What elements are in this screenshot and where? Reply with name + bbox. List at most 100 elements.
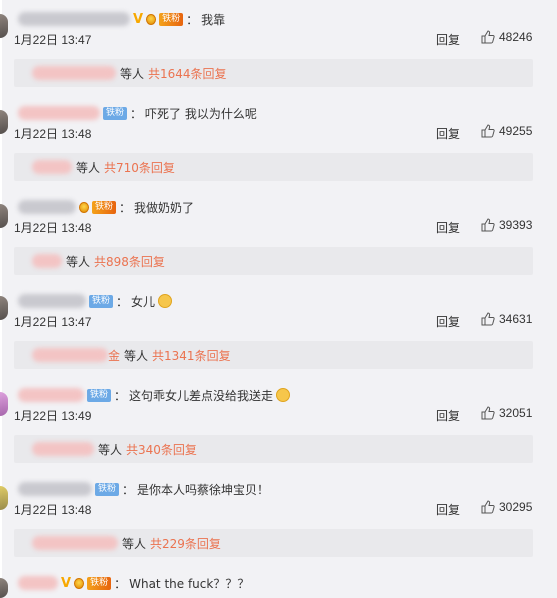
fan-badge[interactable]: 铁粉 <box>103 106 128 120</box>
avatar[interactable] <box>0 14 8 38</box>
comment-header: 铁粉 ： 这句乖女儿差点没给我送走 <box>18 386 291 404</box>
thumbs-up-icon <box>481 124 495 138</box>
like-button[interactable]: 30295 <box>481 500 532 514</box>
fan-badge[interactable]: 铁粉 <box>95 482 120 496</box>
comment-date: 1月22日 13:48 <box>14 127 92 141</box>
reply-summary-suffix: 等人 <box>76 160 101 175</box>
fan-badge[interactable]: 铁粉 <box>89 294 114 308</box>
like-count: 49255 <box>499 124 533 138</box>
like-count: 34631 <box>499 312 533 326</box>
medal-icon <box>79 201 89 213</box>
like-count: 32051 <box>499 406 533 420</box>
comment-header: V 铁粉 ： 我靠 <box>18 10 225 28</box>
comment-text: What the fuck？？？ <box>129 576 250 591</box>
thumbs-up-icon <box>481 406 495 420</box>
avatar[interactable] <box>0 204 8 228</box>
colon: ： <box>130 106 143 121</box>
fan-badge[interactable]: 铁粉 <box>87 576 112 590</box>
avatar[interactable] <box>0 110 8 134</box>
reply-button[interactable]: 回复 <box>436 125 460 142</box>
replier-redacted <box>32 536 118 550</box>
reply-count-link[interactable]: 共1341条回复 <box>152 347 231 364</box>
reply-summary-suffix: 等人 <box>66 254 91 269</box>
comment-date: 1月22日 13:49 <box>14 409 92 423</box>
reply-button[interactable]: 回复 <box>436 313 460 330</box>
colon: ： <box>119 200 132 215</box>
reply-summary[interactable]: 等人 共898条回复 <box>14 247 533 275</box>
username-redacted[interactable] <box>18 106 100 120</box>
reply-summary[interactable]: 金 等人 共1341条回复 <box>14 341 533 369</box>
reply-summary-suffix: 等人 <box>124 348 149 363</box>
reply-count-link[interactable]: 共340条回复 <box>126 441 197 458</box>
avatar[interactable] <box>0 392 8 416</box>
like-button[interactable]: 48246 <box>481 30 532 44</box>
comment-text: 吓死了 我以为什么呢 <box>145 106 257 121</box>
replier-redacted <box>32 348 108 362</box>
colon: ： <box>116 294 129 309</box>
reply-button[interactable]: 回复 <box>436 501 460 518</box>
username-redacted[interactable] <box>18 200 76 214</box>
reply-summary[interactable]: 等人 共229条回复 <box>14 529 533 557</box>
colon: ： <box>186 12 199 27</box>
vip-badge-icon: V <box>133 11 144 27</box>
comment-header: 铁粉 ： 我做奶奶了 <box>18 198 194 216</box>
medal-icon <box>146 13 157 25</box>
reply-count-link[interactable]: 共229条回复 <box>150 535 221 552</box>
like-button[interactable]: 49255 <box>481 124 532 138</box>
comment-header: 铁粉 ： 是你本人吗蔡徐坤宝贝！ <box>18 480 269 498</box>
reply-count-link[interactable]: 共710条回复 <box>104 159 175 176</box>
username-redacted[interactable] <box>18 388 84 402</box>
reply-summary[interactable]: 等人 共1644条回复 <box>14 59 533 87</box>
thumbs-up-icon <box>481 500 495 514</box>
like-count: 30295 <box>499 500 533 514</box>
reply-summary[interactable]: 等人 共710条回复 <box>14 153 533 181</box>
reply-count-link[interactable]: 共1644条回复 <box>148 65 227 82</box>
thumbs-up-icon <box>481 312 495 326</box>
comment-date: 1月22日 13:48 <box>14 503 92 517</box>
vip-badge-icon: V <box>61 575 72 591</box>
comment-text: 这句乖女儿差点没给我送走 <box>129 388 274 403</box>
replier-redacted <box>32 254 62 268</box>
comment-date: 1月22日 13:47 <box>14 33 92 47</box>
replier-redacted <box>32 160 72 174</box>
comment-date: 1月22日 13:48 <box>14 221 92 235</box>
reply-summary-prefix: 金 <box>108 348 121 363</box>
comment-text: 我做奶奶了 <box>134 200 195 215</box>
like-count: 39393 <box>499 218 533 232</box>
like-button[interactable]: 34631 <box>481 312 532 326</box>
thumbs-up-icon <box>481 30 495 44</box>
comment-text: 女儿 <box>131 294 156 309</box>
reply-summary-suffix: 等人 <box>98 442 123 457</box>
fan-badge[interactable]: 铁粉 <box>159 12 184 26</box>
comment-header: 铁粉 ： 女儿 <box>18 292 173 310</box>
replier-redacted <box>32 66 116 80</box>
colon: ： <box>122 482 135 497</box>
colon: ： <box>114 388 127 403</box>
avatar[interactable] <box>0 486 8 510</box>
reply-summary-suffix: 等人 <box>120 66 145 81</box>
comment-header: 铁粉 ： 吓死了 我以为什么呢 <box>18 104 257 122</box>
medal-icon <box>74 577 85 589</box>
username-redacted[interactable] <box>18 12 130 26</box>
reply-summary-suffix: 等人 <box>122 536 147 551</box>
reply-button[interactable]: 回复 <box>436 31 460 48</box>
avatar[interactable] <box>0 296 8 320</box>
reply-button[interactable]: 回复 <box>436 407 460 424</box>
colon: ： <box>114 576 127 591</box>
comment-text: 是你本人吗蔡徐坤宝贝！ <box>137 482 270 497</box>
avatar[interactable] <box>0 578 8 598</box>
reply-summary[interactable]: 等人 共340条回复 <box>14 435 533 463</box>
like-count: 48246 <box>499 30 533 44</box>
reply-button[interactable]: 回复 <box>436 219 460 236</box>
username-redacted[interactable] <box>18 482 92 496</box>
fan-badge[interactable]: 铁粉 <box>92 200 117 214</box>
username-redacted[interactable] <box>18 294 86 308</box>
comment-text: 我靠 <box>201 12 226 27</box>
reply-count-link[interactable]: 共898条回复 <box>94 253 165 270</box>
fan-badge[interactable]: 铁粉 <box>87 388 112 402</box>
like-button[interactable]: 39393 <box>481 218 532 232</box>
username-redacted[interactable] <box>18 576 58 590</box>
emoji-icon <box>276 388 291 402</box>
emoji-icon <box>158 294 173 308</box>
like-button[interactable]: 32051 <box>481 406 532 420</box>
